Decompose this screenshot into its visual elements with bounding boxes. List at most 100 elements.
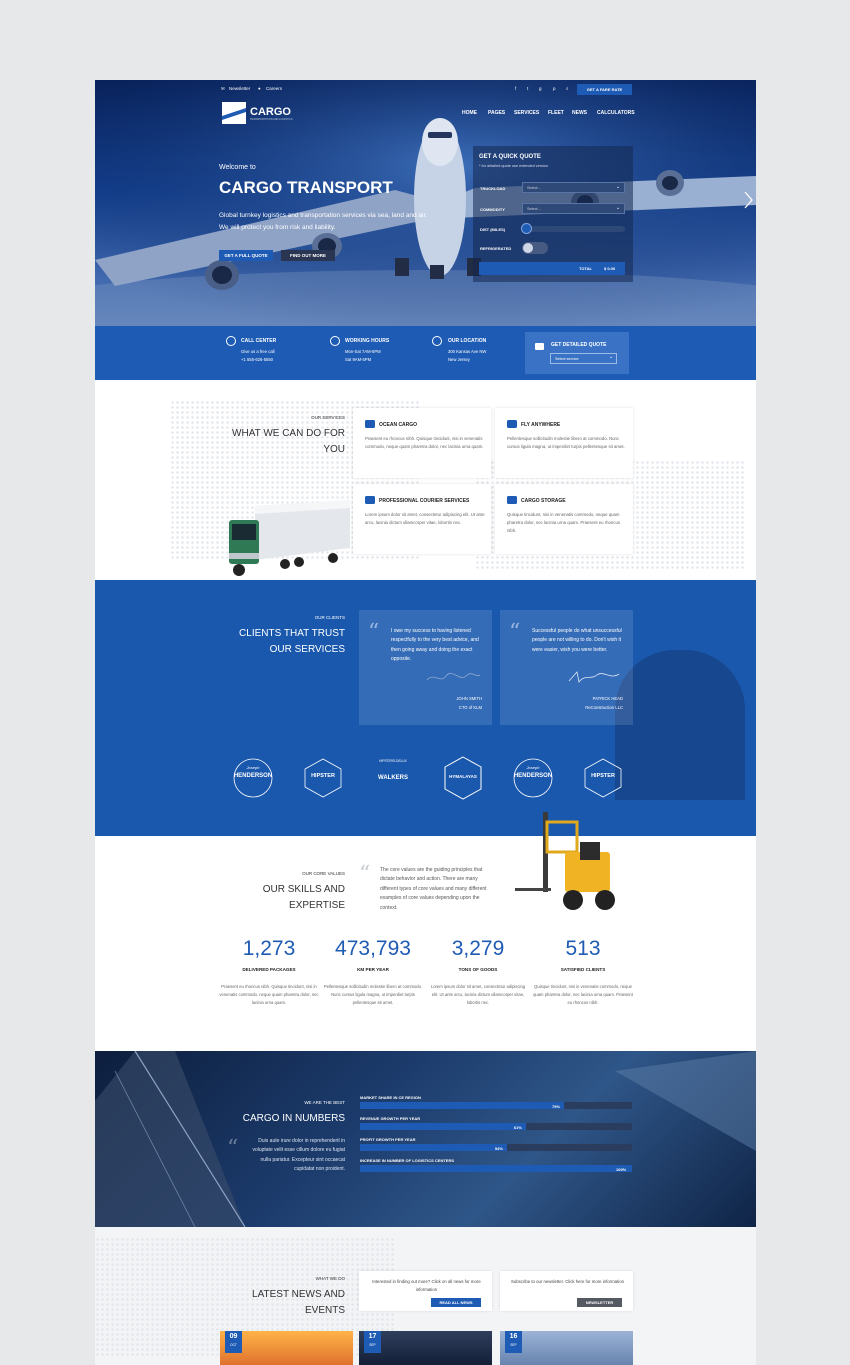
get-fare-rate-button[interactable]: GET A FARE RATE	[577, 84, 632, 95]
progress-fill	[360, 1144, 507, 1151]
clients-heading: OUR CLIENTS CLIENTS THAT TRUST OUR SERVI…	[239, 610, 345, 658]
service-card-cargo-storage[interactable]: CARGO STORAGE Quisque tincidunt, nisi in…	[495, 484, 633, 554]
info-strip: CALL CENTER Give us a free call +1 555-6…	[95, 326, 756, 380]
client-logo-text: HIPSTER	[591, 773, 615, 779]
commodity-select[interactable]: Select...	[522, 203, 625, 214]
chevron-down-icon: ⌄	[609, 354, 614, 360]
services-title-line-2: YOU	[323, 444, 345, 455]
headset-icon	[226, 336, 236, 346]
numbers-kicker: WE ARE THE BEST	[304, 1100, 345, 1105]
bar-label: REVENUE GROWTH PER YEAR	[360, 1116, 421, 1121]
service-card-fly-anywhere[interactable]: FLY ANYWHERE Pellentesque sollicitudin m…	[495, 408, 633, 478]
read-news-card: Interested in finding out more? Click on…	[359, 1271, 492, 1311]
nav-fleet[interactable]: FLEET	[548, 110, 564, 116]
nav-calculators[interactable]: CALCULATORS	[597, 110, 635, 116]
read-all-news-button[interactable]: READ ALL NEWS	[431, 1298, 481, 1307]
news-date-day: 17	[368, 1333, 377, 1340]
facebook-icon[interactable]: f	[515, 86, 516, 91]
testimonial-text: Successful people do what unsuccessful p…	[532, 628, 622, 653]
news-title-line-1: LATEST NEWS AND	[252, 1289, 345, 1300]
truckload-select[interactable]: Select...	[522, 182, 625, 193]
news-date-month: SEP	[369, 1343, 376, 1347]
client-logos: Joseph HENDERSON HIPSTER HIPSTERS-DELUX …	[218, 745, 638, 815]
quote-icon: “	[227, 1136, 239, 1161]
progress-track: 54%	[360, 1144, 632, 1151]
location-info: OUR LOCATION 300 Kansas Ave NW New Jerse…	[448, 338, 486, 364]
news-date: 17 SEP	[364, 1331, 381, 1353]
client-logo[interactable]: HIPSTER	[568, 745, 638, 815]
client-logo-small-text: Joseph	[526, 765, 540, 770]
airplane-illustration	[95, 80, 756, 326]
news-date-month: OCT	[230, 1343, 237, 1347]
truck-icon	[535, 343, 544, 350]
bar-value: 100%	[616, 1166, 627, 1172]
news-kicker: WHAT WE DO	[315, 1276, 345, 1281]
newsletter-link[interactable]: Newsletter	[229, 86, 250, 91]
nav-news[interactable]: NEWS	[572, 110, 587, 116]
news-image[interactable]: 17 SEP	[359, 1331, 492, 1365]
nav-home[interactable]: HOME	[462, 110, 477, 116]
location-line-2: New Jersey	[448, 357, 470, 362]
client-logo-small-text: HIPSTERS-DELUX	[379, 759, 407, 763]
careers-link[interactable]: Careers	[266, 86, 282, 91]
progress-fill	[360, 1102, 564, 1109]
news-date-month: SEP	[510, 1343, 517, 1347]
search-icon[interactable]: ⌕	[566, 86, 569, 91]
find-out-more-button[interactable]: FIND OUT MORE	[281, 250, 335, 261]
client-logo-text: HENDERSON	[513, 773, 553, 779]
client-logo[interactable]: HYMALAYAS	[428, 745, 498, 815]
stat-text: Pellentesque sollicitudin molestie liber…	[323, 984, 423, 1006]
author-name: JOHN SMITH	[456, 696, 482, 701]
clock-icon	[330, 336, 340, 346]
envelope-icon: ✉	[221, 86, 225, 91]
client-logo[interactable]: HIPSTERS-DELUX WALKERS	[358, 745, 428, 815]
distance-slider-handle[interactable]	[521, 223, 532, 234]
testimonial-author: JOHN SMITH CTO of KLM	[456, 694, 482, 712]
get-full-quote-button[interactable]: GET A FULL QUOTE	[219, 250, 273, 261]
testimonial-text: I owe my success to having listened resp…	[391, 628, 479, 663]
stat-value: 473,793	[335, 937, 411, 960]
service-text: Quisque tincidunt, nisi in venenatis com…	[507, 512, 620, 533]
location-line-1: 300 Kansas Ave NW	[448, 349, 487, 354]
client-logo-text: HENDERSON	[233, 773, 273, 779]
service-text: Praesent eu rhoncus nibh. Quisque tincid…	[365, 436, 484, 449]
chevron-right-icon[interactable]	[742, 190, 754, 210]
client-logo[interactable]: Joseph HENDERSON	[498, 745, 568, 815]
pinterest-icon[interactable]: p	[553, 86, 556, 91]
bar-value: 54%	[494, 1145, 503, 1151]
chevron-down-icon: ⌄	[616, 205, 621, 211]
total-value: $ 0.00	[604, 266, 616, 271]
newsletter-button[interactable]: NEWSLETTER	[577, 1298, 622, 1307]
refrigerated-toggle[interactable]	[522, 242, 548, 254]
service-card-ocean-cargo[interactable]: OCEAN CARGO Praesent eu rhoncus nibh. Qu…	[353, 408, 491, 478]
google-plus-icon[interactable]: g	[539, 86, 542, 91]
service-card-courier[interactable]: PROFESSIONAL COURIER SERVICES Lorem ipsu…	[353, 484, 491, 554]
testimonial-card: “ Successful people do what unsuccessful…	[500, 610, 633, 725]
truck-image	[229, 500, 350, 576]
client-logo[interactable]: Joseph HENDERSON	[218, 745, 288, 815]
quote-icon: “	[368, 620, 380, 645]
newsletter-card: Subscribe to our newsletter. Click here …	[500, 1271, 633, 1311]
client-logo[interactable]: HIPSTER	[288, 745, 358, 815]
hero-section: ✉ Newsletter ● Careers f t g p ⌕ GET A F…	[95, 80, 756, 326]
call-center-phone[interactable]: +1 555-626-5550	[241, 356, 276, 364]
logo-name[interactable]: CARGO	[250, 106, 291, 118]
clients-title-line-2: OUR SERVICES	[269, 644, 345, 655]
news-image[interactable]: 09 OCT	[220, 1331, 353, 1365]
nav-services[interactable]: SERVICES	[514, 110, 539, 116]
clients-title-line-1: CLIENTS THAT TRUST	[239, 628, 345, 639]
twitter-icon[interactable]: t	[527, 86, 528, 91]
news-image[interactable]: 16 SEP	[500, 1331, 633, 1365]
hero-welcome: Welcome to	[219, 164, 256, 171]
quote-subtitle: * for detailed quote use extended versio…	[479, 164, 549, 168]
service-select[interactable]: Select service	[550, 353, 617, 364]
stat-value: 3,279	[451, 937, 505, 960]
call-center-info: CALL CENTER Give us a free call +1 555-6…	[241, 338, 276, 364]
client-logo-text: HIPSTER	[311, 773, 335, 779]
quote-title: GET A QUICK QUOTE	[479, 154, 541, 160]
nav-pages[interactable]: PAGES	[488, 110, 505, 116]
numbers-section: WE ARE THE BEST CARGO IN NUMBERS “ Duis …	[95, 1051, 756, 1227]
services-title-line-1: WHAT WE CAN DO FOR	[232, 428, 345, 439]
distance-slider-track[interactable]	[522, 226, 625, 232]
client-logo-small-text: Joseph	[246, 765, 260, 770]
